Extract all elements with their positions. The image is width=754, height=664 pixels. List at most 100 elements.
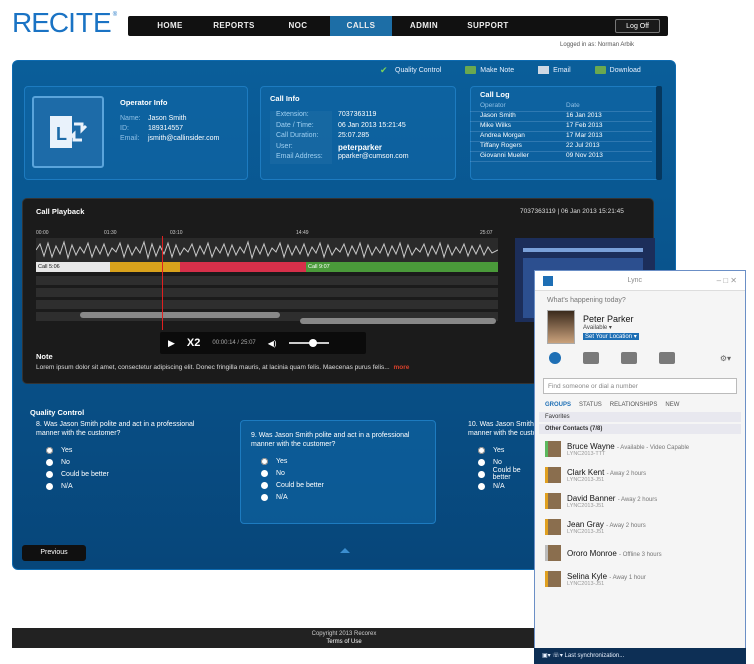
quality-control-action[interactable]: ✔ Quality Control [380, 66, 441, 75]
radio[interactable] [46, 470, 53, 478]
window-controls[interactable]: – □ ✕ [717, 276, 737, 285]
calllog-date: 17 Feb 2013 [566, 122, 603, 129]
tab-relationships[interactable]: RELATIONSHIPS [610, 402, 658, 408]
qc-option[interactable]: Could be better [46, 468, 222, 480]
contact-item[interactable]: Selina Kyle - Away 1 hour LYNC2013-J51 [535, 566, 745, 592]
calllog-scrollbar[interactable] [656, 86, 662, 180]
radio[interactable] [46, 482, 53, 490]
callinfo-row: Call Duration: 25:07.285 [270, 132, 450, 143]
nav-reports[interactable]: REPORTS [202, 16, 266, 36]
speed-toggle[interactable]: X2 [187, 337, 200, 349]
volume-icon[interactable]: ◀) [268, 339, 277, 348]
contact-item[interactable]: Bruce Wayne - Available - Video Capable L… [535, 436, 745, 462]
segment-call[interactable]: Call 5:06 [36, 262, 110, 272]
tick-label: 14:49 [296, 230, 309, 236]
main-nav: HOME REPORTS NOC CALLS ADMIN SUPPORT Log… [128, 16, 668, 36]
radio-selected[interactable] [46, 446, 53, 454]
status-input[interactable]: What's happening today? [535, 291, 745, 310]
qc-option[interactable]: No [261, 467, 435, 479]
user-avatar[interactable] [547, 310, 575, 344]
nav-calls[interactable]: CALLS [330, 16, 392, 36]
lync-search-input[interactable]: Find someone or dial a number [543, 378, 737, 394]
make-note-action[interactable]: Make Note [465, 66, 514, 74]
radio[interactable] [478, 458, 485, 466]
conversation-icon[interactable] [621, 352, 637, 364]
qc-option[interactable]: N/A [46, 480, 222, 492]
volume-knob[interactable] [308, 339, 317, 347]
app-logo[interactable]: REC ITE ® [12, 8, 117, 38]
play-icon[interactable]: ▶ [168, 338, 175, 349]
contact-item[interactable]: Clark Kent - Away 2 hours LYNC2013-J51 [535, 462, 745, 488]
logoff-button[interactable]: Log Off [615, 19, 660, 33]
callinfo-row: Email Address: pparker@cumson.com [270, 153, 450, 164]
lync-logo-icon: L [50, 116, 88, 148]
calllog-row[interactable]: Andrea Morgan 17 Mar 2013 [470, 132, 652, 142]
volume-slider[interactable] [288, 339, 329, 347]
nav-noc[interactable]: NOC [266, 16, 330, 36]
lync-window: Lync – □ ✕ What's happening today? Peter… [534, 270, 746, 664]
calllog-row[interactable]: Jason Smith 16 Jan 2013 [470, 112, 652, 122]
track-2[interactable] [36, 288, 498, 297]
radio[interactable] [478, 482, 485, 490]
calllog-row[interactable]: Giovanni Mueller 09 Nov 2013 [470, 152, 652, 162]
radio[interactable] [478, 470, 485, 478]
radio[interactable] [261, 469, 268, 477]
calllog-row[interactable]: Mike Wilks 17 Feb 2013 [470, 122, 652, 132]
track-1[interactable] [36, 276, 498, 285]
tab-new[interactable]: NEW [665, 402, 679, 408]
contacts-icon[interactable] [549, 352, 561, 364]
segment-call-2[interactable]: Call 9:07 [306, 262, 498, 272]
operator-email[interactable]: jsmith@callinsider.com [148, 135, 219, 142]
group-other[interactable]: Other Contacts (7/8) [539, 424, 741, 434]
phone-icon[interactable] [659, 352, 675, 364]
collapse-arrow-icon[interactable] [340, 548, 350, 553]
qc-option[interactable]: No [46, 456, 222, 468]
lync-title: Lync [627, 277, 643, 284]
nav-home[interactable]: HOME [138, 16, 202, 36]
calllog-row[interactable]: Tiffany Rogers 22 Jul 2013 [470, 142, 652, 152]
qc-option[interactable]: N/A [261, 491, 435, 503]
nav-support[interactable]: SUPPORT [456, 16, 520, 36]
radio[interactable] [261, 481, 268, 489]
radio-selected[interactable] [261, 457, 268, 465]
contact-item[interactable]: Ororo Monroe - Offline 3 hours [535, 540, 745, 566]
qc-option[interactable]: Could be better [261, 479, 435, 491]
logo-tail: ITE [68, 7, 112, 38]
qc-option[interactable]: Yes [478, 444, 538, 456]
previous-button[interactable]: Previous [22, 545, 86, 561]
chat-icon[interactable] [583, 352, 599, 364]
radio[interactable] [46, 458, 53, 466]
download-action[interactable]: Download [594, 66, 641, 74]
email-action[interactable]: Email [538, 66, 571, 74]
nav-admin[interactable]: ADMIN [392, 16, 456, 36]
playhead[interactable] [162, 236, 163, 330]
tab-status[interactable]: STATUS [579, 402, 602, 408]
tab-groups[interactable]: GROUPS [545, 402, 571, 408]
qc-option[interactable]: Yes [261, 455, 435, 467]
location-select[interactable]: Set Your Location ▾ [583, 333, 639, 340]
track-3[interactable] [36, 300, 498, 309]
contact-name: David Banner [567, 493, 616, 503]
contact-item[interactable]: Jean Gray - Away 2 hours LYNC2013-J51 [535, 514, 745, 540]
qc-option[interactable]: Could be better [478, 467, 538, 481]
note-more-link[interactable]: more [394, 364, 410, 371]
qc-option-label: No [276, 469, 285, 477]
group-favorites[interactable]: Favorites [539, 412, 741, 422]
callinfo-value[interactable]: pparker@cumson.com [332, 153, 450, 164]
radio[interactable] [261, 493, 268, 501]
segment-transfer[interactable] [180, 262, 306, 272]
settings-icon[interactable]: ⚙▾ [720, 354, 731, 363]
track-bar[interactable] [80, 312, 280, 318]
track-bar[interactable] [300, 318, 496, 324]
availability-select[interactable]: Available ▾ [583, 324, 639, 331]
radio-selected[interactable] [478, 446, 485, 454]
callinfo-table: Extension: 7037363119 Date / Time: 06 Jan … [270, 111, 450, 164]
segment-hold[interactable] [110, 262, 180, 272]
calllog-operator: Jason Smith [480, 112, 516, 119]
waveform[interactable] [35, 238, 499, 262]
calllog-header: Operator Date [470, 102, 652, 112]
qc-option[interactable]: N/A [478, 480, 538, 492]
qc-option[interactable]: Yes [46, 444, 222, 456]
lync-footer-icons[interactable]: ▣▾ ☏▾ [542, 653, 565, 659]
contact-item[interactable]: David Banner - Away 2 hours LYNC2013-J51 [535, 488, 745, 514]
